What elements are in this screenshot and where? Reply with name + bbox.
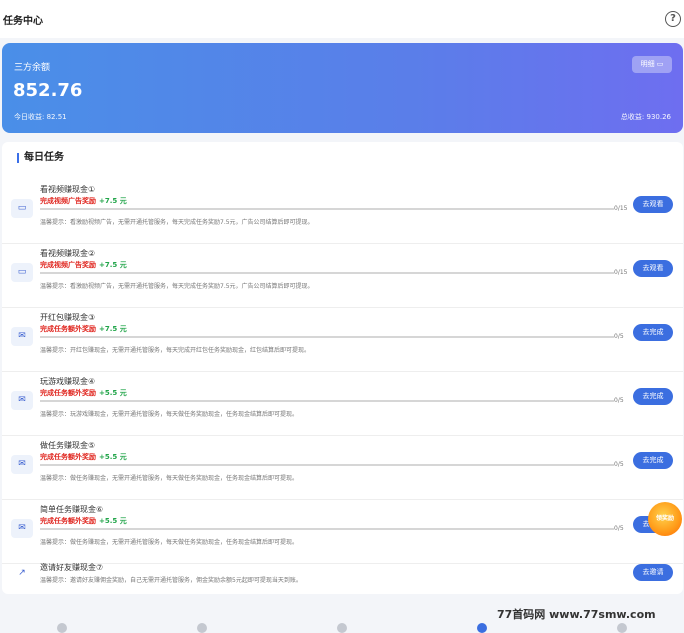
reward-amount: +7.5 元 — [99, 197, 127, 205]
task-name: 玩游戏赚现金④ — [40, 377, 96, 386]
task-tip: 温馨提示：看激励视频广告，无需开通托管服务，每天完成任务奖励7.5元，广告公司结… — [40, 219, 314, 226]
task-item: ▭ 看视频赚现金① 完成视频广告奖励 +7.5 元 0/15 温馨提示：看激励视频… — [2, 180, 683, 244]
header-bar: 任务中心 ? — [0, 0, 684, 38]
daily-tasks-card: 每日任务 ▭ 看视频赚现金① 完成视频广告奖励 +7.5 元 0/15 温馨提示：… — [2, 142, 683, 594]
complete-button[interactable]: 去完成 — [633, 452, 673, 469]
reward-label: 完成任务额外奖励 — [40, 517, 96, 525]
total-income: 总收益: 930.26 — [620, 113, 671, 121]
task-reward: 完成任务额外奖励 +5.5 元 — [40, 388, 127, 398]
share-icon: ↗ — [18, 568, 26, 578]
task-name: 简单任务赚现金⑥ — [40, 505, 104, 514]
progress-text: 0/15 — [614, 205, 628, 212]
task-item: ✉ 做任务赚现金⑤ 完成任务额外奖励 +5.5 元 0/5 温馨提示：做任务赚现金… — [2, 436, 683, 500]
envelope-icon: ✉ — [11, 519, 33, 538]
reward-amount: +7.5 元 — [99, 261, 127, 269]
task-item: ↗ 邀请好友赚现金⑦ 温馨提示：邀请好友赚佣金奖励，自己无需开通托管服务，佣金奖… — [2, 558, 683, 592]
task-reward: 完成任务额外奖励 +5.5 元 — [40, 452, 127, 462]
task-item: ✉ 开红包赚现金③ 完成任务额外奖励 +7.5 元 0/5 温馨提示：开红包赚现金… — [2, 308, 683, 372]
task-tip: 温馨提示：邀请好友赚佣金奖励，自己无需开通托管服务，佣金奖励余额5元起即可提现当… — [40, 577, 302, 584]
detail-button[interactable]: 明细 ▭ — [632, 56, 672, 73]
reward-label: 完成任务额外奖励 — [40, 325, 96, 333]
reward-amount: +5.5 元 — [99, 389, 127, 397]
page-title: 任务中心 — [3, 16, 43, 27]
progress-bar — [40, 208, 614, 210]
task-name: 邀请好友赚现金⑦ — [40, 563, 104, 572]
video-icon: ▭ — [11, 263, 33, 282]
nav-dot-icon[interactable] — [477, 623, 487, 633]
nav-dot-icon[interactable] — [57, 623, 67, 633]
progress-text: 0/5 — [614, 525, 624, 532]
balance-card: 三方余额 852.76 明细 ▭ 今日收益: 82.51 总收益: 930.26 — [2, 43, 683, 133]
help-icon[interactable]: ? — [665, 11, 681, 27]
progress-bar — [40, 528, 614, 530]
reward-label: 完成视频广告奖励 — [40, 197, 96, 205]
nav-dot-icon[interactable] — [337, 623, 347, 633]
task-name: 做任务赚现金⑤ — [40, 441, 96, 450]
reward-amount: +5.5 元 — [99, 453, 127, 461]
video-icon: ▭ — [11, 199, 33, 218]
reward-label: 完成任务额外奖励 — [40, 453, 96, 461]
progress-text: 0/5 — [614, 333, 624, 340]
invite-button[interactable]: 去邀请 — [633, 564, 673, 581]
watermark: 77首码网 www.77smw.com — [497, 608, 656, 621]
task-tip: 温馨提示：看激励视频广告，无需开通托管服务，每天完成任务奖励7.5元，广告公司结… — [40, 283, 314, 290]
reward-amount: +7.5 元 — [99, 325, 127, 333]
task-reward: 完成任务额外奖励 +5.5 元 — [40, 516, 127, 526]
task-tip: 温馨提示：玩游戏赚现金，无需开通托管服务，每天做任务奖励现金，任务现金结算后即可… — [40, 411, 299, 418]
task-item: ✉ 玩游戏赚现金④ 完成任务额外奖励 +5.5 元 0/5 温馨提示：玩游戏赚现金… — [2, 372, 683, 436]
task-name: 开红包赚现金③ — [40, 313, 96, 322]
complete-button[interactable]: 去完成 — [633, 388, 673, 405]
reward-label: 完成任务额外奖励 — [40, 389, 96, 397]
nav-dot-icon[interactable] — [197, 623, 207, 633]
task-tip: 温馨提示：做任务赚现金，无需开通托管服务，每天做任务奖励现金，任务现金结算后即可… — [40, 539, 299, 546]
envelope-icon: ✉ — [11, 455, 33, 474]
progress-bar — [40, 464, 614, 466]
progress-text: 0/5 — [614, 461, 624, 468]
reward-label: 完成视频广告奖励 — [40, 261, 96, 269]
task-reward: 完成视频广告奖励 +7.5 元 — [40, 260, 127, 270]
task-tip: 温馨提示：开红包赚现金，无需开通托管服务，每天完成开红包任务奖励现金，红包结算后… — [40, 347, 311, 354]
watch-button[interactable]: 去观看 — [633, 260, 673, 277]
reward-badge[interactable]: 领奖励 — [648, 502, 682, 536]
task-name: 看视频赚现金② — [40, 249, 96, 258]
task-item: ✉ 简单任务赚现金⑥ 完成任务额外奖励 +5.5 元 0/5 温馨提示：做任务赚现… — [2, 500, 683, 564]
task-tip: 温馨提示：做任务赚现金，无需开通托管服务，每天做任务奖励现金，任务现金结算后即可… — [40, 475, 299, 482]
task-reward: 完成视频广告奖励 +7.5 元 — [40, 196, 127, 206]
progress-text: 0/15 — [614, 269, 628, 276]
envelope-icon: ✉ — [11, 327, 33, 346]
task-name: 看视频赚现金① — [40, 185, 96, 194]
progress-bar — [40, 336, 614, 338]
balance-label: 三方余额 — [14, 63, 51, 73]
task-item: ▭ 看视频赚现金② 完成视频广告奖励 +7.5 元 0/15 温馨提示：看激励视频… — [2, 244, 683, 308]
balance-amount: 852.76 — [13, 80, 83, 101]
progress-text: 0/5 — [614, 397, 624, 404]
today-income: 今日收益: 82.51 — [14, 113, 67, 121]
progress-bar — [40, 272, 614, 274]
task-reward: 完成任务额外奖励 +7.5 元 — [40, 324, 127, 334]
nav-dot-icon[interactable] — [617, 623, 627, 633]
reward-amount: +5.5 元 — [99, 517, 127, 525]
progress-bar — [40, 400, 614, 402]
section-title: 每日任务 — [17, 153, 64, 163]
envelope-icon: ✉ — [11, 391, 33, 410]
complete-button[interactable]: 去完成 — [633, 324, 673, 341]
watch-button[interactable]: 去观看 — [633, 196, 673, 213]
